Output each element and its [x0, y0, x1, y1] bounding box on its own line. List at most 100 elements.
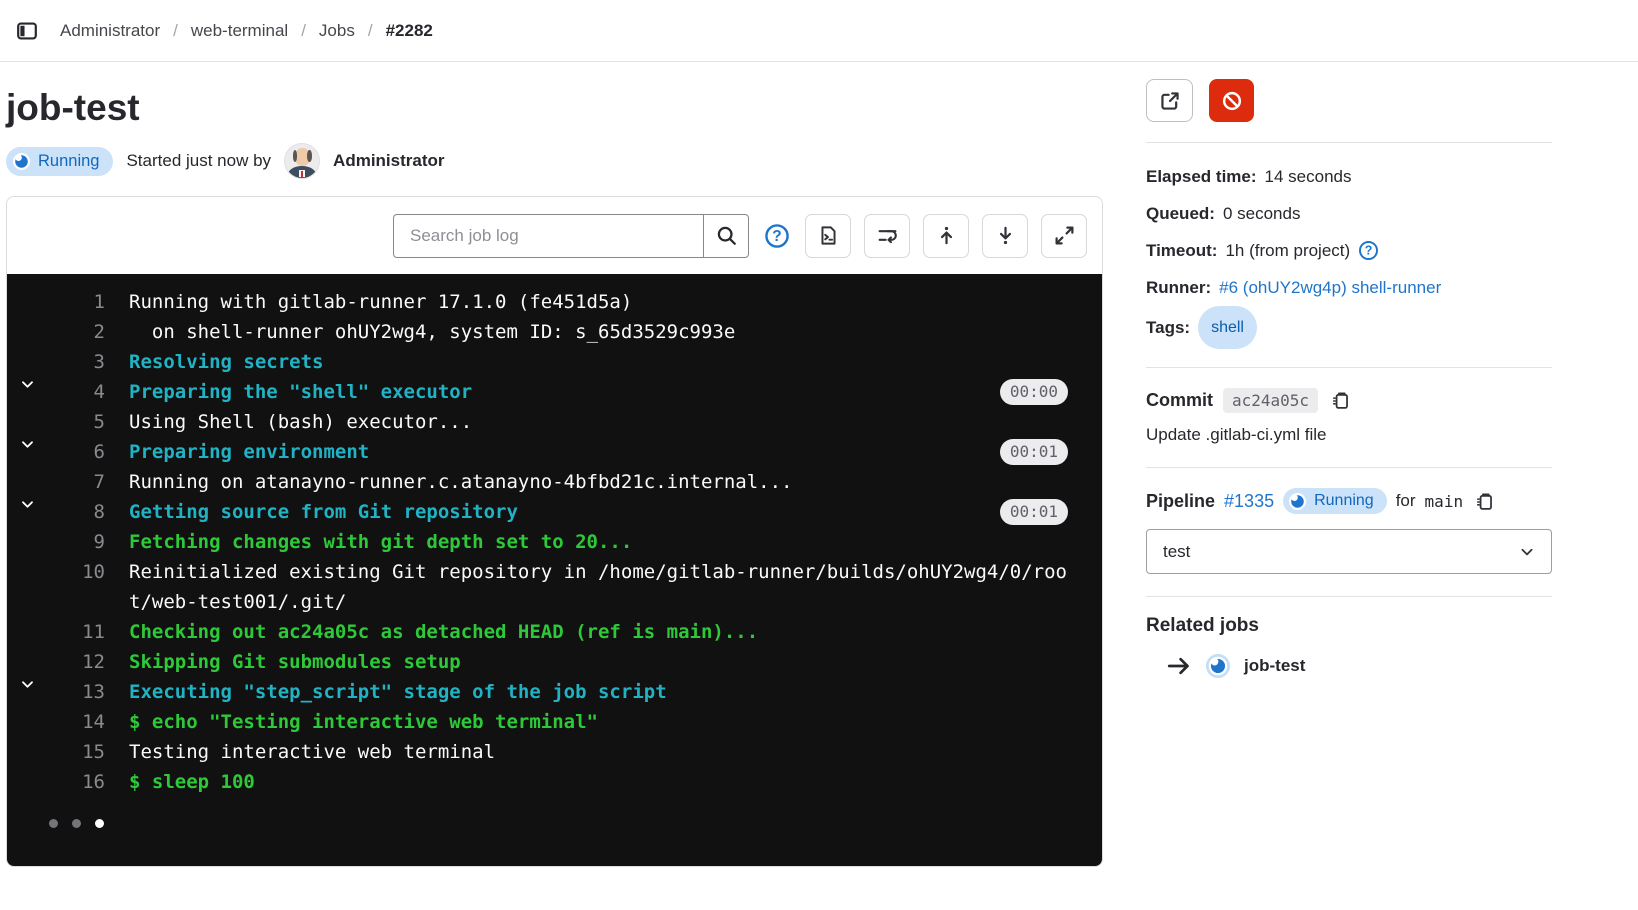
breadcrumb-item[interactable]: web-terminal	[191, 21, 288, 41]
commit-label: Commit	[1146, 390, 1213, 411]
log-line: 12Skipping Git submodules setup	[7, 647, 1102, 677]
log-line-number[interactable]: 14	[47, 707, 105, 737]
log-gutter	[7, 617, 47, 647]
log-line-number[interactable]: 13	[47, 677, 105, 707]
wrap-lines-button[interactable]	[864, 214, 910, 258]
log-line-number[interactable]: 15	[47, 737, 105, 767]
stage-dropdown[interactable]: test	[1146, 529, 1552, 574]
commit-message: Update .gitlab-ci.yml file	[1146, 425, 1552, 445]
log-line: 1Running with gitlab-runner 17.1.0 (fe45…	[7, 287, 1102, 317]
search-button[interactable]	[703, 214, 749, 258]
section-duration-badge: 00:01	[1000, 499, 1068, 525]
job-details: Elapsed time:14 secondsQueued:0 secondsT…	[1146, 143, 1552, 367]
section-duration-badge: 00:01	[1000, 439, 1068, 465]
cancel-icon	[1221, 90, 1243, 112]
log-line-number[interactable]: 4	[47, 377, 105, 407]
scroll-to-bottom-button[interactable]	[982, 214, 1028, 258]
copy-ref-icon[interactable]	[1472, 489, 1496, 513]
log-line-number[interactable]: 6	[47, 437, 105, 467]
loading-dot	[49, 819, 58, 828]
scroll-bottom-icon	[995, 225, 1016, 246]
log-line-text: Fetching changes with git depth set to 2…	[105, 527, 1068, 557]
wrap-lines-icon	[877, 225, 898, 246]
cancel-job-button[interactable]	[1209, 79, 1254, 122]
log-line-number[interactable]: 11	[47, 617, 105, 647]
log-line: 11Checking out ac24a05c as detached HEAD…	[7, 617, 1102, 647]
log-line-text: $ sleep 100	[105, 767, 1068, 797]
help-icon[interactable]: ?	[762, 221, 792, 251]
log-loading-indicator	[7, 797, 1102, 828]
job-sidebar: Elapsed time:14 secondsQueued:0 secondsT…	[1146, 62, 1552, 867]
sidebar-toggle-icon[interactable]	[10, 14, 44, 48]
log-line-text: Using Shell (bash) executor...	[105, 407, 1068, 437]
log-line-number[interactable]: 3	[47, 347, 105, 377]
breadcrumb-item[interactable]: #2282	[386, 21, 433, 41]
log-line-text: Testing interactive web terminal	[105, 737, 1068, 767]
scroll-top-icon	[936, 225, 957, 246]
log-line-number[interactable]: 5	[47, 407, 105, 437]
log-line: 15Testing interactive web terminal	[7, 737, 1102, 767]
detail-row: Queued:0 seconds	[1146, 195, 1552, 232]
log-line-number[interactable]: 10	[47, 557, 105, 587]
log-line-text[interactable]: Executing "step_script" stage of the job…	[105, 677, 1068, 707]
running-status-icon	[1205, 653, 1231, 679]
svg-text:?: ?	[1365, 244, 1373, 258]
pipeline-id-link[interactable]: #1335	[1224, 491, 1274, 512]
arrow-right-icon	[1166, 653, 1192, 679]
detail-label: Tags:	[1146, 309, 1190, 346]
page-title: job-test	[6, 87, 1103, 129]
detail-row: Elapsed time:14 seconds	[1146, 158, 1552, 195]
tag-pill[interactable]: shell	[1198, 306, 1257, 349]
job-status-row: Running Started just now by Administrato…	[6, 143, 1103, 179]
log-line-number[interactable]: 2	[47, 317, 105, 347]
log-line-number[interactable]: 16	[47, 767, 105, 797]
log-line-text: on shell-runner ohUY2wg4, system ID: s_6…	[105, 317, 1068, 347]
log-line-number[interactable]: 1	[47, 287, 105, 317]
collapse-section-chevron-icon[interactable]	[7, 677, 47, 692]
search-input[interactable]	[393, 214, 703, 258]
new-window-button[interactable]	[1146, 79, 1193, 122]
breadcrumb-item[interactable]: Jobs	[319, 21, 355, 41]
log-line: 9Fetching changes with git depth set to …	[7, 527, 1102, 557]
related-job-link[interactable]: job-test	[1146, 653, 1552, 679]
log-line-text[interactable]: Preparing environment	[105, 437, 986, 467]
log-line-number[interactable]: 7	[47, 467, 105, 497]
author-name: Administrator	[333, 151, 444, 171]
log-line-number[interactable]: 12	[47, 647, 105, 677]
detail-row: Tags:shell	[1146, 306, 1552, 349]
breadcrumb-separator: /	[301, 21, 306, 41]
runner-link[interactable]: #6 (ohUY2wg4p) shell-runner	[1219, 269, 1441, 306]
log-line-text[interactable]: Getting source from Git repository	[105, 497, 986, 527]
pipeline-label: Pipeline	[1146, 491, 1215, 512]
fullscreen-button[interactable]	[1041, 214, 1087, 258]
collapse-section-chevron-icon[interactable]	[7, 377, 47, 392]
breadcrumb-item[interactable]: Administrator	[60, 21, 160, 41]
detail-row: Timeout:1h (from project)?	[1146, 232, 1552, 269]
log-gutter	[7, 467, 47, 497]
breadcrumb-separator: /	[173, 21, 178, 41]
log-line-text[interactable]: Preparing the "shell" executor	[105, 377, 986, 407]
log-line-text: Resolving secrets	[105, 347, 1068, 377]
log-line-number[interactable]: 8	[47, 497, 105, 527]
log-line-number[interactable]: 9	[47, 527, 105, 557]
log-line: 16$ sleep 100	[7, 767, 1102, 797]
log-line-text: Reinitialized existing Git repository in…	[105, 557, 1068, 617]
timeout-help-icon[interactable]: ?	[1358, 240, 1379, 261]
collapse-section-chevron-icon[interactable]	[7, 497, 47, 512]
commit-sha[interactable]: ac24a05c	[1223, 388, 1318, 413]
log-line: 5Using Shell (bash) executor...	[7, 407, 1102, 437]
copy-commit-sha-icon[interactable]	[1328, 389, 1352, 413]
show-raw-log-button[interactable]	[805, 214, 851, 258]
log-gutter	[7, 707, 47, 737]
scroll-to-top-button[interactable]	[923, 214, 969, 258]
log-line-text: Skipping Git submodules setup	[105, 647, 1068, 677]
started-text: Started just now by	[126, 151, 271, 171]
section-duration-badge: 00:00	[1000, 379, 1068, 405]
log-line: 3Resolving secrets	[7, 347, 1102, 377]
log-line-text: Running on atanayno-runner.c.atanayno-4b…	[105, 467, 1068, 497]
detail-row: Runner:#6 (ohUY2wg4p) shell-runner	[1146, 269, 1552, 306]
detail-label: Queued:	[1146, 195, 1215, 232]
log-gutter	[7, 317, 47, 347]
raw-log-icon	[818, 225, 839, 246]
collapse-section-chevron-icon[interactable]	[7, 437, 47, 452]
